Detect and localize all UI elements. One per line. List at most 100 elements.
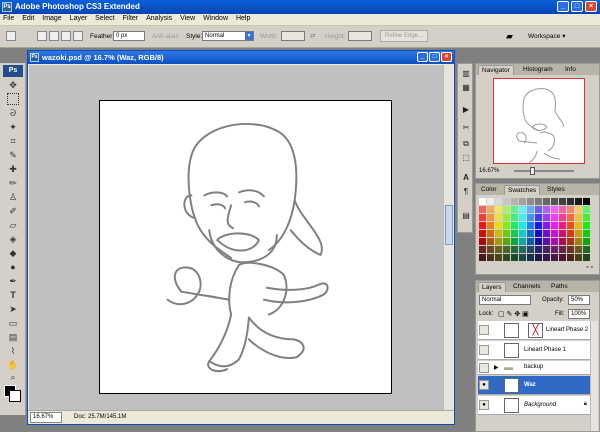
color-swatch[interactable]	[535, 230, 542, 237]
navigator-zoom-slider[interactable]	[514, 170, 574, 172]
brush-tool-icon[interactable]: ✏	[7, 177, 19, 189]
healing-brush-tool-icon[interactable]: ✚	[7, 163, 19, 175]
visibility-eye-icon[interactable]: ●	[479, 380, 489, 390]
eraser-tool-icon[interactable]: ▱	[7, 219, 19, 231]
clone-source-icon[interactable]: ⬚	[460, 152, 472, 164]
color-swatch[interactable]	[583, 198, 590, 205]
color-swatch[interactable]	[479, 254, 486, 261]
color-swatch[interactable]	[519, 254, 526, 261]
color-swatch[interactable]	[583, 246, 590, 253]
tab-layers[interactable]: Layers	[478, 282, 506, 292]
color-swatch[interactable]	[511, 246, 518, 253]
color-swatch[interactable]	[551, 214, 558, 221]
tab-info[interactable]: Info	[562, 65, 579, 75]
color-swatch[interactable]	[543, 214, 550, 221]
blend-mode-select[interactable]: Normal	[479, 295, 531, 305]
color-swatch[interactable]	[503, 246, 510, 253]
blur-tool-icon[interactable]: ◆	[7, 247, 19, 259]
layer-row-selected[interactable]: ● Waz	[478, 376, 591, 395]
maximize-button[interactable]: □	[571, 1, 583, 12]
color-swatch[interactable]	[567, 214, 574, 221]
color-swatch[interactable]	[535, 246, 542, 253]
vertical-scrollbar[interactable]	[443, 65, 453, 411]
color-swatch[interactable]	[511, 214, 518, 221]
color-swatch[interactable]	[503, 254, 510, 261]
menu-edit[interactable]: Edit	[19, 14, 37, 23]
color-swatch[interactable]	[487, 246, 494, 253]
color-swatch[interactable]	[479, 214, 486, 221]
color-swatch[interactable]	[575, 206, 582, 213]
menu-window[interactable]: Window	[200, 14, 231, 23]
expand-arrow-icon[interactable]: ▶	[494, 364, 499, 371]
color-swatch[interactable]	[511, 222, 518, 229]
notes-panel-icon[interactable]: ▤	[460, 210, 472, 222]
color-swatch[interactable]	[487, 198, 494, 205]
menu-filter[interactable]: Filter	[120, 14, 142, 23]
history-panel-icon[interactable]: ✂	[460, 122, 472, 134]
tab-channels[interactable]: Channels	[510, 282, 543, 292]
move-tool-icon[interactable]: ✥	[7, 79, 19, 91]
layer-comps-icon[interactable]: ⧉	[460, 138, 472, 150]
close-button[interactable]: ×	[585, 1, 597, 12]
color-swatch[interactable]	[511, 238, 518, 245]
zoom-tool-icon[interactable]: ⌕	[7, 371, 19, 383]
layer-row[interactable]: ╳ Lineart Phase 2	[478, 321, 591, 340]
color-swatch[interactable]	[551, 230, 558, 237]
visibility-toggle[interactable]	[479, 345, 489, 355]
color-swatch[interactable]	[559, 198, 566, 205]
color-swatch[interactable]	[559, 246, 566, 253]
navigator-zoom-knob[interactable]	[530, 167, 535, 175]
color-swatch[interactable]	[567, 254, 574, 261]
swatch-grid[interactable]	[479, 198, 590, 262]
scroll-thumb[interactable]	[445, 205, 453, 245]
crop-tool-icon[interactable]: ⌗	[7, 135, 19, 147]
color-swatch[interactable]	[519, 222, 526, 229]
color-swatch[interactable]	[567, 222, 574, 229]
color-swatch[interactable]	[503, 206, 510, 213]
color-swatch[interactable]	[503, 214, 510, 221]
doc-maximize-button[interactable]: □	[429, 52, 440, 62]
dodge-tool-icon[interactable]: ●	[7, 261, 19, 273]
notes-tool-icon[interactable]: ▤	[7, 331, 19, 343]
style-select[interactable]: Normal ▼	[202, 31, 254, 41]
color-swatch[interactable]	[479, 198, 486, 205]
color-swatch[interactable]	[543, 198, 550, 205]
height-input[interactable]	[348, 31, 372, 41]
color-swatch[interactable]	[535, 222, 542, 229]
clone-stamp-tool-icon[interactable]: ♙	[7, 191, 19, 203]
color-swatch[interactable]	[495, 246, 502, 253]
menu-view[interactable]: View	[177, 14, 198, 23]
color-swatch[interactable]	[543, 222, 550, 229]
color-swatch[interactable]	[535, 198, 542, 205]
color-swatch[interactable]	[575, 198, 582, 205]
brushes-panel-icon[interactable]: ▥	[460, 68, 472, 80]
image-canvas[interactable]	[99, 100, 392, 394]
color-swatch[interactable]	[559, 254, 566, 261]
color-swatch[interactable]	[511, 230, 518, 237]
color-swatch[interactable]	[559, 238, 566, 245]
menu-file[interactable]: File	[0, 14, 17, 23]
color-swatch[interactable]	[503, 230, 510, 237]
doc-minimize-button[interactable]: _	[417, 52, 428, 62]
swap-icon[interactable]: ⇄	[310, 30, 315, 43]
color-swatch[interactable]	[543, 254, 550, 261]
layers-scrollbar[interactable]	[590, 321, 598, 431]
intersect-selection-icon[interactable]	[73, 31, 83, 41]
tab-navigator[interactable]: Navigator	[478, 65, 514, 75]
visibility-toggle[interactable]	[479, 363, 489, 373]
color-swatch[interactable]	[575, 254, 582, 261]
color-swatch[interactable]	[487, 238, 494, 245]
color-swatch[interactable]	[511, 198, 518, 205]
zoom-level-field[interactable]: 16.67%	[30, 412, 62, 423]
menu-analysis[interactable]: Analysis	[143, 14, 175, 23]
color-swatch[interactable]	[575, 222, 582, 229]
doc-size-info[interactable]: Doc: 25.7M/145.1M	[74, 411, 126, 424]
new-swatch-icon[interactable]: ▫ ▫	[586, 264, 593, 271]
color-swatch[interactable]	[495, 206, 502, 213]
navigator-zoom-value[interactable]: 16.67%	[479, 168, 499, 174]
color-swatch[interactable]	[535, 214, 542, 221]
slice-tool-icon[interactable]: ✎	[7, 149, 19, 161]
tab-styles[interactable]: Styles	[544, 185, 568, 195]
color-swatch[interactable]	[575, 238, 582, 245]
color-swatch[interactable]	[527, 198, 534, 205]
